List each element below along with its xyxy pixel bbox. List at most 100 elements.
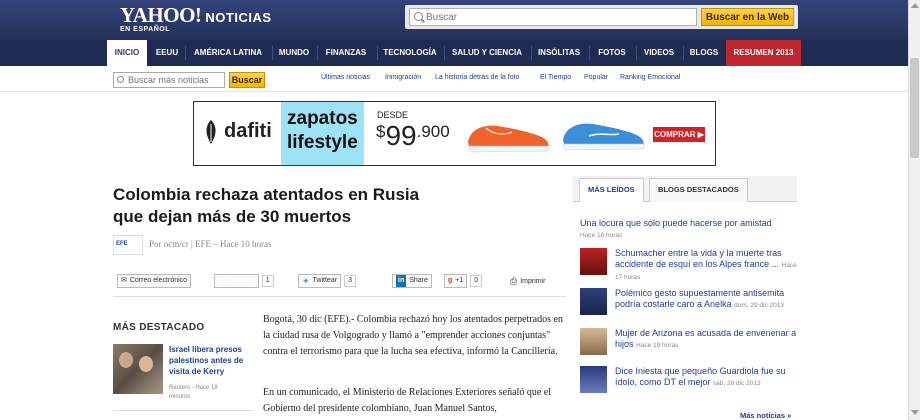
sidebar-story-time: sáb, 28 dic 2013: [712, 380, 761, 387]
nav-item-eeuu[interactable]: EEUU: [150, 40, 184, 66]
logo-yahoo: YAHOO!: [120, 3, 202, 27]
share-print[interactable]: ⎙ Imprimir: [510, 274, 545, 288]
share-twitter[interactable]: ✦ Twittear 3: [298, 274, 356, 288]
sidebar-story[interactable]: Polémico gesto supuestamente antisemita …: [580, 288, 800, 320]
ad-line2: lifestyle: [287, 132, 358, 153]
search-icon: [117, 76, 124, 83]
printer-icon: ⎙: [510, 275, 518, 286]
share-facebook-label: Compartir: [224, 277, 255, 284]
facebook-icon: f: [218, 276, 221, 286]
google-plus-icon: g: [448, 277, 453, 284]
story-thumbnail: [580, 288, 607, 315]
nav-item-insolitas[interactable]: INSÓLITAS: [533, 40, 585, 66]
subnav-link-ultimas[interactable]: Últimas noticias: [321, 74, 370, 81]
share-linkedin[interactable]: in Share: [392, 274, 432, 288]
mas-destacado-divider: [113, 410, 253, 411]
share-gplus-count: 0: [470, 275, 483, 287]
nav-divider: [185, 46, 186, 60]
site-header: YAHOO!NOTICIAS EN ESPAÑOL Buscar en la W…: [0, 0, 908, 40]
ad-brand: dafiti: [224, 120, 272, 142]
main-nav: INICIO EEUU AMÉRICA LATINA MUNDO FINANZA…: [0, 40, 908, 66]
nav-divider: [531, 46, 532, 60]
nav-item-fotos[interactable]: FOTOS: [591, 40, 633, 66]
nav-item-resumen-2013[interactable]: RESUMEN 2013: [726, 40, 801, 66]
story-thumbnail: [580, 366, 607, 393]
share-gplus[interactable]: g +1 0: [444, 274, 483, 288]
sidebar-story-headline: Schumacher entre la vida y la muerte tra…: [615, 248, 782, 269]
share-gplus-label: +1: [455, 277, 464, 284]
scrollbar-thumb[interactable]: [910, 58, 919, 158]
envelope-icon: ✉: [121, 277, 127, 284]
share-facebook-count: 1: [261, 275, 274, 287]
article-title: Colombia rechaza atentados en Rusia que …: [113, 185, 420, 226]
news-search-button[interactable]: Buscar: [229, 72, 265, 88]
share-linkedin-label: Share: [409, 277, 428, 284]
ad-desde: DESDE: [377, 110, 409, 120]
web-search-input[interactable]: [409, 8, 697, 26]
efe-logo-text: EFE: [116, 241, 128, 247]
share-twitter-count: 3: [344, 275, 356, 287]
nav-divider: [636, 46, 637, 60]
ad-buy-button[interactable]: COMPRAR ▶: [653, 127, 705, 142]
nav-item-finanzas[interactable]: FINANZAS: [319, 40, 373, 66]
twitter-icon: ✦: [302, 276, 310, 286]
nav-divider: [683, 46, 684, 60]
web-search-bar: Buscar en la Web: [405, 5, 798, 29]
ad-line1: zapatos: [287, 108, 358, 129]
nav-item-blogs[interactable]: BLOGS: [685, 40, 723, 66]
tab-mas-leidos[interactable]: MÁS LEÍDOS: [579, 178, 644, 202]
yahoo-logo[interactable]: YAHOO! NOTICIAS EN ESPAÑOL: [120, 3, 272, 33]
news-search-input[interactable]: [113, 72, 225, 88]
nav-item-america-latina[interactable]: AMÉRICA LATINA: [187, 40, 269, 66]
share-facebook-box: f Compartir: [214, 274, 259, 288]
mas-destacado-headline[interactable]: Israel libera presos palestinos antes de…: [169, 344, 254, 377]
article-paragraph: En un comunicado, el Ministerio de Relac…: [263, 387, 551, 414]
photo-person: [119, 352, 133, 368]
subnav-link-historia-foto[interactable]: La historia detrás de la foto: [435, 74, 519, 81]
story-thumbnail: [580, 248, 607, 275]
blue-shoe-image: [562, 123, 646, 151]
nav-item-tecnologia[interactable]: TECNOLOGÍA: [379, 40, 441, 66]
ad-banner[interactable]: dafiti zapatos lifestyle DESDE $99.900 C…: [193, 101, 716, 166]
sidebar-story[interactable]: Mujer de Arizona es acusada de envenenar…: [580, 328, 800, 360]
nav-item-inicio[interactable]: INICIO: [107, 40, 147, 66]
web-search-button[interactable]: Buscar en la Web: [701, 8, 794, 26]
share-twitter-box: ✦ Twittear: [298, 274, 342, 288]
share-email-label: Correo electrónico: [129, 277, 188, 284]
subnav-link-tiempo[interactable]: El Tiempo: [540, 74, 571, 81]
ad-price: $99.900: [376, 120, 450, 152]
scrollbar[interactable]: [908, 0, 920, 420]
nav-item-salud-y-ciencia[interactable]: SALUD Y CIENCIA: [446, 40, 528, 66]
sidebar-story-text: Schumacher entre la vida y la muerte tra…: [615, 248, 800, 283]
mas-destacado-photo[interactable]: [113, 344, 163, 394]
dafiti-leaf-icon: [206, 120, 216, 144]
sidebar-story[interactable]: Dice Iniesta que pequeño Guardiola fue s…: [580, 366, 800, 398]
nav-item-mundo[interactable]: MUNDO: [274, 40, 314, 66]
scroll-down-arrow-icon[interactable]: [911, 410, 919, 415]
scroll-up-arrow-icon[interactable]: [911, 3, 919, 8]
ad-price-main: 99: [385, 120, 417, 151]
sidebar-tabs: MÁS LEÍDOS BLOGS DESTACADOS: [573, 176, 797, 202]
tab-blogs-destacados[interactable]: BLOGS DESTACADOS: [649, 178, 748, 202]
sidebar-more-link[interactable]: Más noticias »: [740, 411, 791, 420]
sidebar-top-story[interactable]: Una locura que sólo puede hacerse por am…: [580, 218, 772, 228]
subnav-link-inmigracion[interactable]: Inmigración: [385, 74, 421, 81]
nav-item-videos[interactable]: VIDEOS: [638, 40, 680, 66]
nav-divider: [272, 46, 273, 60]
sub-nav: Buscar Últimas noticias Inmigración La h…: [0, 66, 908, 92]
nav-divider: [317, 46, 318, 60]
logo-edition: EN ESPAÑOL: [120, 26, 170, 33]
mas-destacado-title: MÁS DESTACADO: [113, 322, 205, 333]
orange-shoe-image: [467, 125, 551, 153]
share-divider: [113, 296, 566, 297]
sidebar-story-time: Hace 19 horas: [636, 342, 679, 349]
share-facebook[interactable]: f Compartir 1: [214, 274, 274, 288]
subnav-link-ranking[interactable]: Ranking Emocional: [620, 74, 680, 81]
sidebar-top-story-time: Hace 18 horas: [580, 232, 623, 239]
efe-logo: EFE: [113, 235, 143, 255]
sidebar-story[interactable]: Schumacher entre la vida y la muerte tra…: [580, 248, 800, 283]
linkedin-icon: in: [396, 275, 407, 287]
subnav-link-popular[interactable]: Popular: [584, 74, 608, 81]
search-icon: [414, 12, 423, 21]
share-email[interactable]: ✉ Correo electrónico: [117, 274, 192, 288]
